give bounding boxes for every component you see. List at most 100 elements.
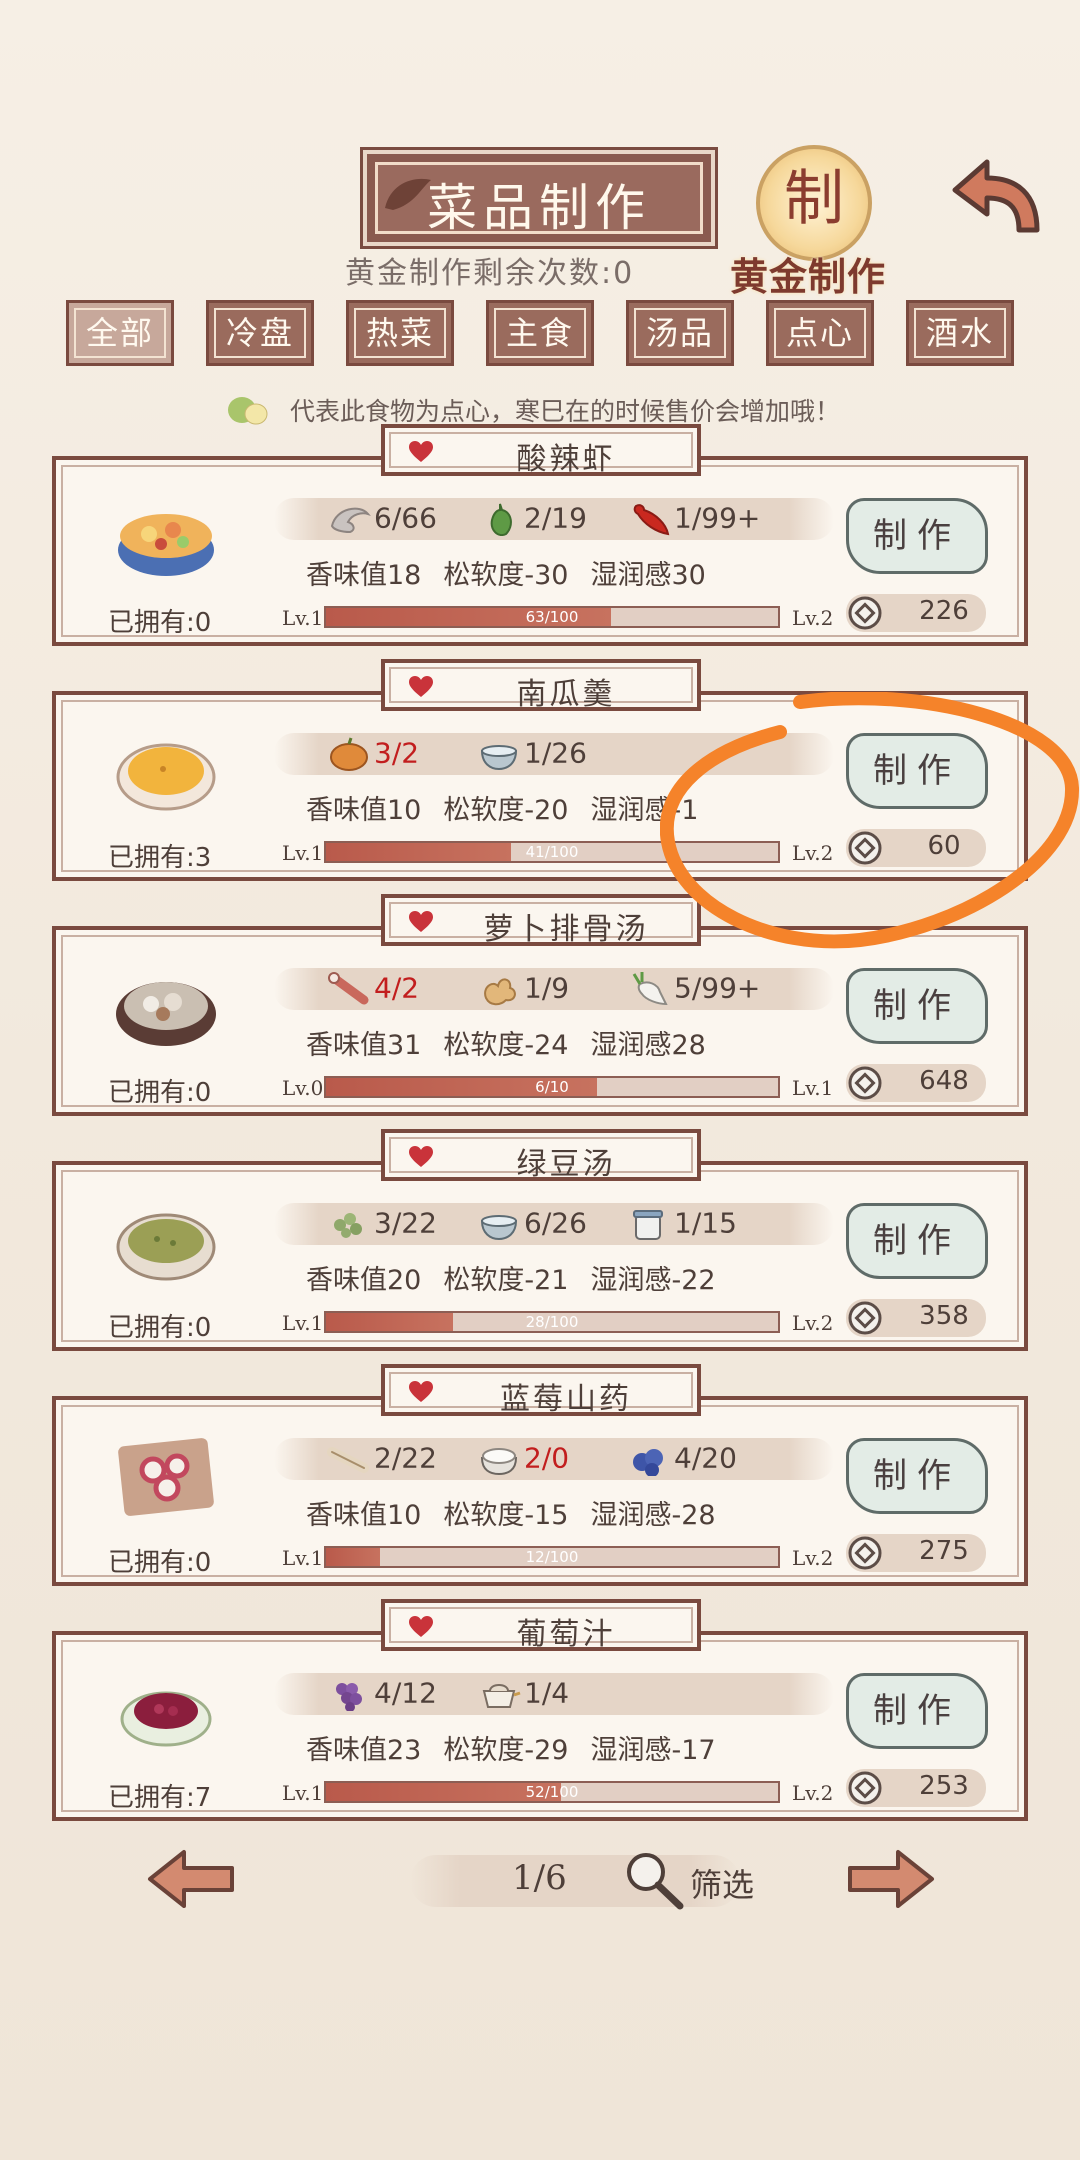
gold-craft-badge-icon[interactable]: 制: [756, 145, 872, 261]
gold-badge-char: 制: [784, 164, 844, 234]
recipe-stats: 香味值23 松软度-29 湿润感-17: [306, 1728, 738, 1767]
recipe-card: 酸辣虾 已拥有:0 6/66 2/19 1/99+ 香味值18 松软度-30 湿润感30 Lv.…: [52, 424, 1028, 646]
tab-label: 冷盘: [225, 314, 294, 352]
heart-icon[interactable]: [407, 1380, 435, 1404]
ingredient-item: 4/20: [626, 1440, 737, 1480]
level-current: Lv.1: [282, 1781, 324, 1805]
tab-drinks[interactable]: 酒水: [906, 300, 1014, 366]
ingredient-item: 3/2: [326, 735, 419, 775]
make-button[interactable]: 制作: [846, 1673, 988, 1749]
progress-text: 52/100: [525, 1783, 579, 1801]
level-progress-bar: 28/100: [324, 1311, 780, 1333]
magnifier-icon[interactable]: [622, 1848, 686, 1910]
rib-icon: [328, 972, 369, 1005]
make-button[interactable]: 制作: [846, 1203, 988, 1279]
filter-button[interactable]: 筛选: [690, 1860, 754, 1906]
ingredient-item: 1/26: [476, 735, 587, 775]
make-button[interactable]: 制作: [846, 498, 988, 574]
aroma-stat: 香味值10: [306, 795, 422, 826]
shrimp-icon: [330, 507, 371, 534]
recipe-stats: 香味值10 松软度-15 湿润感-28: [306, 1493, 738, 1532]
recipe-card: 绿豆汤 已拥有:0 3/22 6/26 1/15 香味值20 松软度-21 湿润感-22 Lv.…: [52, 1129, 1028, 1351]
make-button[interactable]: 制作: [846, 1438, 988, 1514]
ingredient-count: 3/22: [374, 1206, 437, 1240]
moisture-stat: 湿润感-28: [590, 1500, 716, 1531]
ingredient-item: 2/0: [476, 1440, 569, 1480]
recipe-card: 萝卜排骨汤 已拥有:0 4/2 1/9 5/99+ 香味值31 松软度-24 湿润感28 Lv.…: [52, 894, 1028, 1116]
tab-cold-dish[interactable]: 冷盘: [206, 300, 314, 366]
heart-icon[interactable]: [407, 1145, 435, 1169]
recipe-title-plate: 葡萄汁: [381, 1599, 701, 1652]
level-next: Lv.2: [792, 1546, 834, 1570]
recipe-name: 绿豆汤: [516, 1147, 616, 1182]
owned-count: 已拥有:0: [108, 608, 212, 638]
prev-page-arrow-icon[interactable]: [144, 1846, 238, 1912]
make-button-label: 制作: [873, 516, 961, 556]
moisture-stat: 湿润感30: [590, 560, 706, 591]
pot-icon: [482, 1684, 521, 1708]
gold-craft-label[interactable]: 黄金制作: [730, 246, 886, 301]
next-page-arrow-icon[interactable]: [844, 1846, 938, 1912]
level-current: Lv.0: [282, 1076, 324, 1100]
gold-remaining-count: 黄金制作剩余次数:0: [345, 256, 635, 291]
rice-bowl-icon: [480, 1448, 518, 1476]
recipe-title-plate: 萝卜排骨汤: [381, 894, 701, 947]
moisture-stat: 湿润感28: [590, 1030, 706, 1061]
softness-stat: 松软度-30: [443, 560, 569, 591]
ingredient-count: 3/2: [374, 736, 420, 770]
ingredient-item: 1/4: [476, 1675, 569, 1715]
green-pepper-icon: [490, 503, 512, 536]
tab-label: 全部: [85, 314, 154, 352]
blueberry-icon: [633, 1449, 663, 1476]
tab-all[interactable]: 全部: [66, 300, 174, 366]
recipe-stats: 香味值18 松软度-30 湿润感30: [306, 553, 728, 592]
back-arrow-icon[interactable]: [945, 150, 1045, 250]
progress-text: 63/100: [525, 608, 579, 626]
level-progress-bar: 12/100: [324, 1546, 780, 1568]
pumpkin-icon: [330, 737, 368, 771]
recipe-stats: 香味值10 松软度-20 湿润感-1: [306, 788, 720, 827]
recipe-name: 蓝莓山药: [500, 1382, 632, 1417]
make-button[interactable]: 制作: [846, 968, 988, 1044]
heart-icon[interactable]: [407, 1615, 435, 1639]
recipe-title-plate: 绿豆汤: [381, 1129, 701, 1182]
recipe-title-plate: 蓝莓山药: [381, 1364, 701, 1417]
owned-count: 已拥有:0: [108, 1548, 212, 1578]
make-button-label: 制作: [873, 986, 961, 1026]
ingredient-count: 2/19: [524, 501, 587, 535]
ingredient-count: 2/0: [524, 1441, 570, 1475]
level-current: Lv.1: [282, 1311, 324, 1335]
bowl-icon: [480, 1215, 518, 1241]
recipe-stats: 香味值31 松软度-24 湿润感28: [306, 1023, 728, 1062]
sugar-jar-icon: [633, 1210, 663, 1240]
aroma-stat: 香味值23: [306, 1735, 422, 1766]
price-value: 253: [919, 1771, 969, 1801]
recipe-name: 萝卜排骨汤: [483, 912, 649, 947]
heart-icon[interactable]: [407, 440, 435, 464]
mung-bean-icon: [334, 1213, 362, 1238]
heart-icon[interactable]: [407, 910, 435, 934]
tab-soup[interactable]: 汤品: [626, 300, 734, 366]
aroma-stat: 香味值20: [306, 1265, 422, 1296]
page-indicator: 1/6: [512, 1858, 567, 1898]
recipe-name: 南瓜羹: [516, 677, 616, 712]
tab-staple[interactable]: 主食: [486, 300, 594, 366]
heart-icon[interactable]: [407, 675, 435, 699]
tab-label: 汤品: [645, 314, 714, 352]
ingredient-count: 1/4: [524, 1676, 570, 1710]
tab-dessert[interactable]: 点心: [766, 300, 874, 366]
ingredient-item: 2/19: [476, 500, 587, 540]
tab-label: 酒水: [925, 314, 994, 352]
recipe-name: 葡萄汁: [516, 1617, 616, 1652]
aroma-stat: 香味值31: [306, 1030, 422, 1061]
tab-hot-dish[interactable]: 热菜: [346, 300, 454, 366]
level-next: Lv.2: [792, 1781, 834, 1805]
dish-illustration: [120, 1691, 212, 1747]
moisture-stat: 湿润感-17: [590, 1735, 716, 1766]
yam-icon: [327, 1447, 369, 1473]
dish-illustration: [116, 982, 216, 1046]
level-next: Lv.2: [792, 1311, 834, 1335]
ingredient-count: 1/26: [524, 736, 587, 770]
softness-stat: 松软度-24: [443, 1030, 569, 1061]
ingredient-count: 4/12: [374, 1676, 437, 1710]
